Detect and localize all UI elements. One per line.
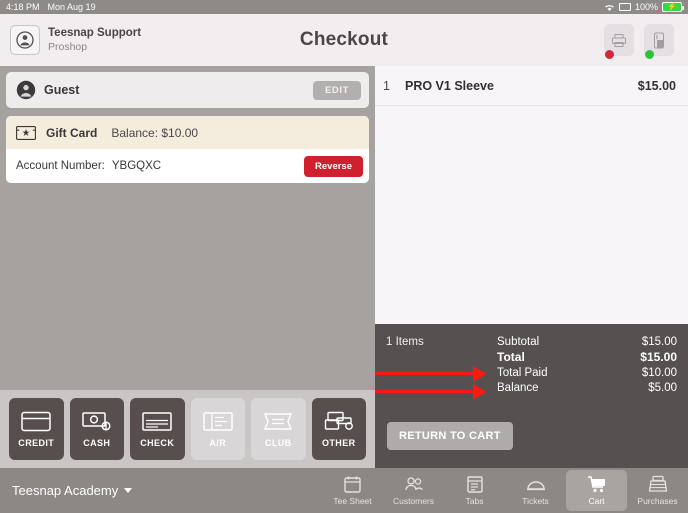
tab-label: Tickets	[522, 496, 549, 506]
cloche-icon	[526, 481, 545, 491]
tab-tee-sheet[interactable]: Tee Sheet	[322, 470, 383, 511]
items-count: 1 Items	[386, 336, 424, 348]
totals-label: Subtotal	[497, 335, 540, 348]
payment-type-label: Gift Card	[46, 125, 98, 140]
return-to-cart-button[interactable]: RETURN TO CART	[387, 422, 513, 450]
totals-value: $15.00	[640, 350, 677, 364]
tab-label: Cart	[588, 496, 605, 506]
payment-balance-label: Balance: $10.00	[111, 125, 199, 140]
credit-card-icon	[21, 411, 51, 431]
totals-label: Balance	[497, 382, 539, 394]
account-number-value: YBGQXC	[111, 160, 162, 172]
checkout-screen: 4:18 PM Mon Aug 19 100% ⚡ Teesnap Suppor…	[0, 0, 688, 513]
battery-percent: 100%	[634, 2, 658, 12]
payment-method-ar[interactable]: A/R	[190, 398, 245, 460]
printer-button[interactable]	[604, 24, 634, 59]
totals-row-balance: Balance $5.00	[497, 381, 677, 397]
airplay-icon	[618, 2, 631, 12]
edit-customer-button[interactable]: EDIT	[312, 80, 361, 100]
totals-value: $10.00	[641, 366, 677, 379]
ar-ticket-icon	[203, 411, 233, 431]
status-date: Mon Aug 19	[47, 2, 96, 12]
totals-row-total-paid: Total Paid $10.00	[497, 365, 677, 381]
payment-method-club[interactable]: CLUB	[251, 398, 306, 460]
card-reader-status-dot	[645, 50, 654, 59]
course-selector[interactable]: Teesnap Academy	[0, 483, 133, 498]
reverse-payment-button[interactable]: Reverse	[304, 155, 363, 177]
payment-method-label: CASH	[83, 437, 111, 448]
account-number-label: Account Number:	[16, 160, 105, 172]
gift-card-account-row: Account Number: YBGQXC Reverse	[6, 149, 369, 183]
app-header: Teesnap Support Proshop Checkout	[0, 14, 688, 66]
totals-row-total: Total $15.00	[497, 350, 677, 366]
payment-method-label: CLUB	[264, 437, 292, 448]
customer-row[interactable]: Guest EDIT	[6, 72, 369, 108]
calendar-icon	[344, 476, 361, 493]
card-reader-button[interactable]	[644, 24, 674, 59]
payment-pane: Guest EDIT Gift Card Balance: $10.00 Acc…	[0, 66, 375, 468]
cart-pane: 1 PRO V1 Sleeve $15.00 1 Items Subtotal …	[375, 66, 688, 468]
club-ticket-icon	[264, 412, 293, 430]
printer-status-dot	[605, 50, 614, 59]
tab-purchases[interactable]: Purchases	[627, 470, 688, 511]
tab-label: Customers	[392, 496, 435, 506]
cart-item-price: $15.00	[637, 78, 676, 93]
other-cards-icon	[324, 411, 353, 430]
cart-item-row[interactable]: 1 PRO V1 Sleeve $15.00	[375, 66, 688, 106]
gift-card-icon	[16, 125, 36, 140]
payment-method-label: A/R	[209, 437, 227, 448]
tab-tabs[interactable]: Tabs	[444, 470, 505, 511]
register-icon	[648, 475, 667, 492]
annotation-arrow-total-paid	[375, 372, 485, 375]
ios-status-bar: 4:18 PM Mon Aug 19 100% ⚡	[0, 0, 688, 14]
chevron-down-icon	[124, 488, 133, 493]
wifi-icon	[604, 3, 615, 12]
totals-value: $15.00	[641, 335, 677, 348]
totals-row-subtotal: Subtotal $15.00	[497, 334, 677, 350]
bottom-tab-bar: Teesnap Academy Tee Sheet Customers Tabs…	[0, 468, 688, 513]
customer-card: Guest EDIT	[6, 72, 369, 108]
customer-name: Guest	[44, 83, 80, 97]
totals-rows: Subtotal $15.00 Total $15.00 Total Paid …	[497, 334, 677, 396]
cart-icon	[587, 476, 605, 493]
tab-customers[interactable]: Customers	[383, 470, 444, 511]
people-icon	[404, 477, 423, 491]
tab-tickets[interactable]: Tickets	[505, 470, 566, 511]
cash-icon	[82, 411, 111, 431]
account-button[interactable]: Teesnap Support Proshop	[0, 25, 141, 55]
gift-card-header: Gift Card Balance: $10.00	[6, 116, 369, 149]
totals-label: Total Paid	[497, 366, 548, 379]
totals-label: Total	[497, 350, 525, 364]
payment-methods-bar: CREDIT CASH CHECK A/R CLUB OTHER	[0, 390, 375, 468]
cart-item-list[interactable]: 1 PRO V1 Sleeve $15.00	[375, 66, 688, 324]
payment-method-other[interactable]: OTHER	[311, 398, 366, 460]
cart-item-qty: 1	[383, 78, 390, 93]
account-role: Proshop	[48, 40, 88, 53]
payment-method-cash[interactable]: CASH	[69, 398, 124, 460]
payment-method-label: OTHER	[322, 437, 356, 448]
printer-icon	[612, 33, 626, 47]
payment-method-check[interactable]: CHECK	[130, 398, 185, 460]
tab-label: Tabs	[465, 496, 484, 506]
course-name: Teesnap Academy	[12, 483, 119, 498]
status-time: 4:18 PM	[6, 2, 40, 12]
totals-value: $5.00	[648, 382, 677, 394]
account-name: Teesnap Support	[48, 27, 142, 40]
applied-payment-card: Gift Card Balance: $10.00 Account Number…	[6, 116, 369, 183]
user-avatar-icon	[10, 25, 40, 55]
battery-charging-icon: ⚡	[662, 2, 684, 12]
tab-label: Purchases	[637, 496, 678, 506]
payment-method-label: CREDIT	[18, 437, 55, 448]
payment-method-label: CHECK	[140, 437, 175, 448]
tab-label: Tee Sheet	[333, 496, 372, 506]
totals-panel: 1 Items Subtotal $15.00 Total $15.00 Tot…	[375, 324, 688, 468]
guest-avatar-icon	[16, 80, 36, 100]
annotation-arrow-balance	[375, 390, 485, 393]
tabs-icon	[466, 476, 483, 493]
card-reader-icon	[654, 32, 664, 48]
cart-item-name: PRO V1 Sleeve	[405, 78, 494, 93]
payment-method-credit[interactable]: CREDIT	[9, 398, 64, 460]
check-icon	[142, 411, 172, 431]
tab-cart[interactable]: Cart	[566, 470, 627, 511]
